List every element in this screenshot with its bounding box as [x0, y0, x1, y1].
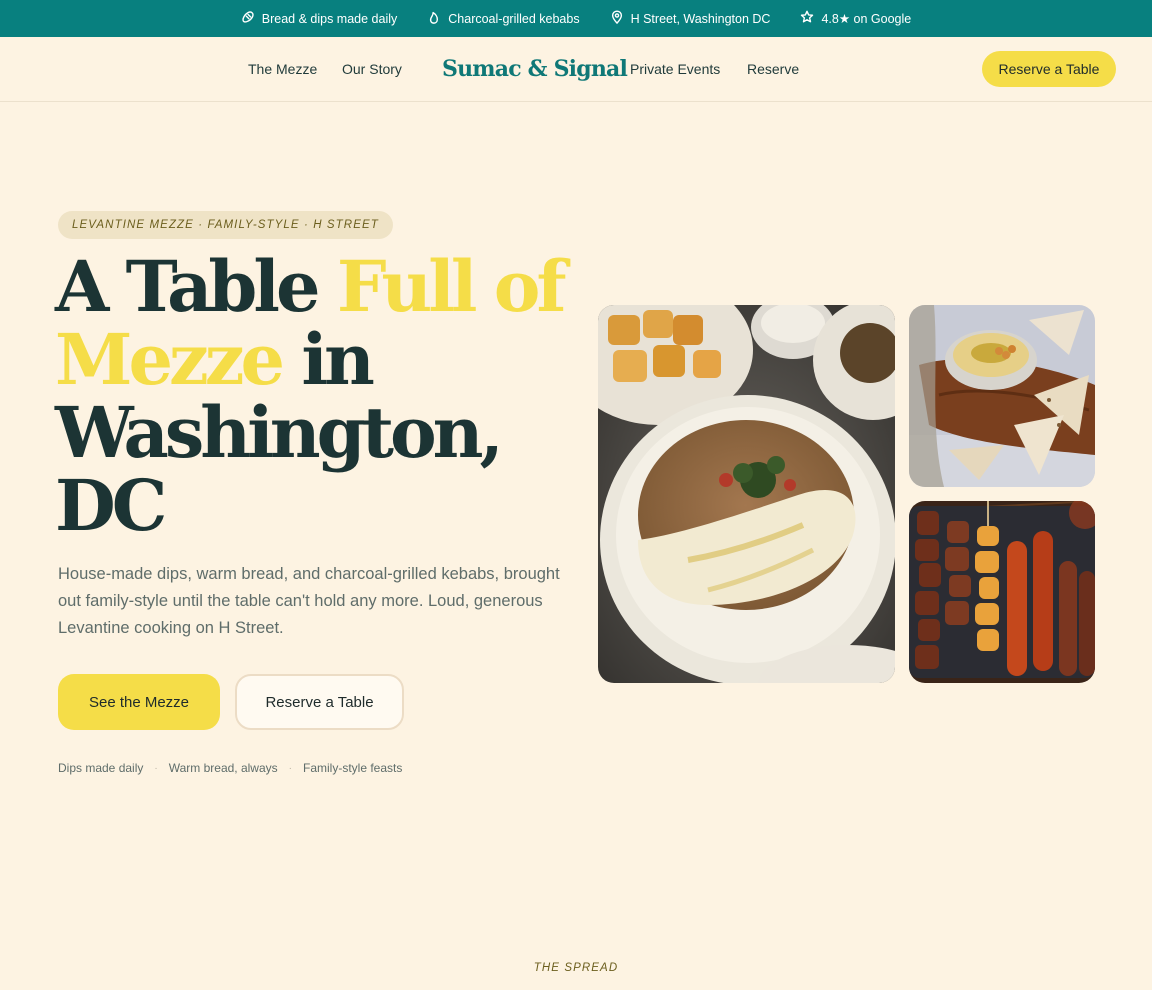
reserve-table-nav-button[interactable]: Reserve a Table [982, 51, 1116, 87]
topbar-label: H Street, Washington DC [630, 11, 771, 26]
ful-medames-bowl-photo [598, 305, 895, 683]
hero-eyebrow-badge: LEVANTINE MEZZE · FAMILY-STYLE · H STREE… [58, 211, 393, 239]
topbar-item-rating: 4.8★ on Google [800, 10, 911, 27]
nav-link-private-events[interactable]: Private Events [630, 37, 720, 101]
nav-link-reserve[interactable]: Reserve [747, 37, 799, 101]
nav-link-story[interactable]: Our Story [342, 37, 402, 101]
reserve-table-button[interactable]: Reserve a Table [235, 674, 404, 730]
topbar-label: Bread & dips made daily [261, 11, 398, 26]
hero-description: House-made dips, warm bread, and charcoa… [58, 565, 560, 637]
separator-dot: · [154, 762, 158, 774]
topbar-item-kebabs: Charcoal-grilled kebabs [427, 10, 580, 27]
section-label-spread: THE SPREAD [533, 962, 619, 974]
hero-headline: A Table Full of Mezze in Washington, DC [55, 250, 575, 542]
feature-list: Dips made daily · Warm bread, always · F… [58, 760, 402, 776]
topbar-label: Charcoal-grilled kebabs [448, 11, 580, 26]
bread-icon [241, 10, 255, 27]
topbar-item-bread: Bread & dips made daily [241, 10, 398, 27]
headline-text: A Table [55, 245, 337, 328]
brand-logo[interactable]: Sumac & Signal [442, 37, 628, 101]
feature-item: Family-style feasts [302, 761, 403, 775]
announcement-bar: Bread & dips made daily Charcoal-grilled… [0, 0, 1152, 37]
separator-dot: · [288, 762, 292, 774]
flame-icon [427, 10, 441, 27]
see-mezze-button[interactable]: See the Mezze [58, 674, 220, 730]
headline-highlight: Mezze [55, 318, 285, 401]
star-icon [800, 10, 814, 27]
feature-item: Warm bread, always [168, 761, 278, 775]
nav-link-mezze[interactable]: The Mezze [248, 37, 317, 101]
topbar-label: 4.8★ on Google [821, 12, 912, 26]
hummus-pita-photo [909, 305, 1095, 487]
map-pin-icon [610, 10, 624, 27]
feature-item: Dips made daily [58, 761, 144, 775]
headline-highlight: Full of [336, 245, 567, 328]
main-nav: The Mezze Our Story Sumac & Signal Priva… [0, 37, 1152, 102]
kebab-skewers-photo [909, 501, 1095, 683]
topbar-item-location: H Street, Washington DC [610, 10, 771, 27]
